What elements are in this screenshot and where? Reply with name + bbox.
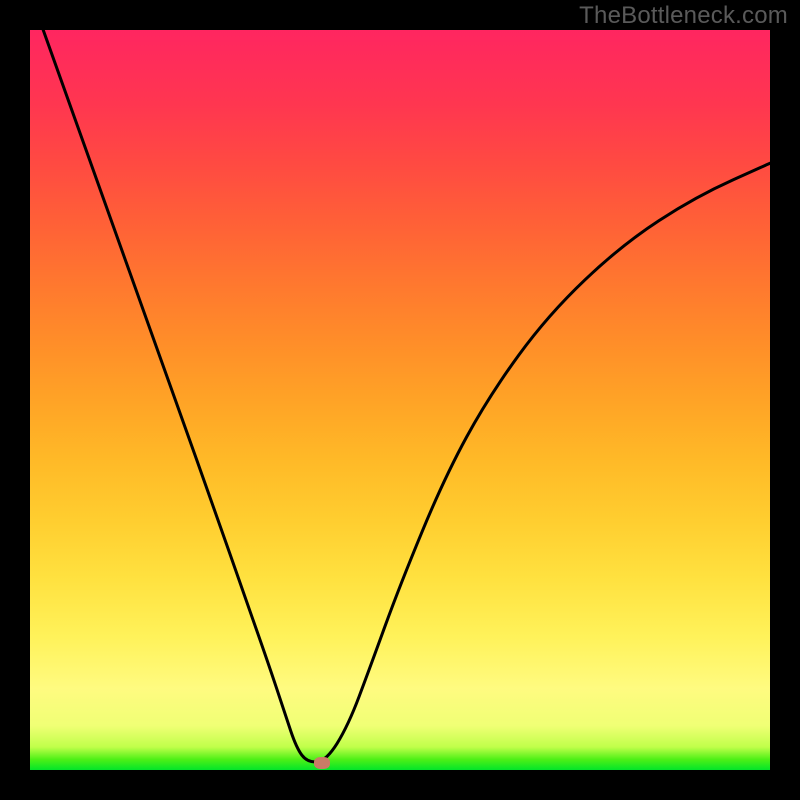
plot-area — [30, 30, 770, 770]
chart-frame: TheBottleneck.com — [0, 0, 800, 800]
curve-svg — [30, 30, 770, 770]
optimum-marker — [314, 757, 330, 769]
bottleneck-curve — [30, 0, 770, 762]
watermark-text: TheBottleneck.com — [579, 2, 788, 30]
